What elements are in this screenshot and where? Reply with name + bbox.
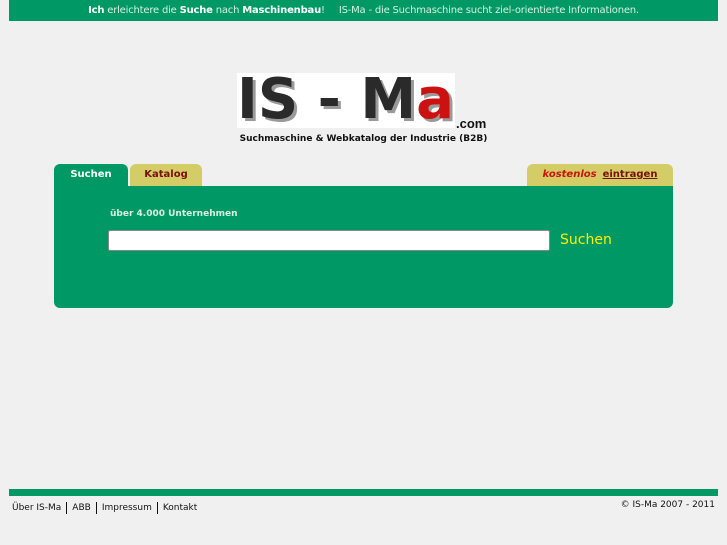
footer-separator bbox=[66, 502, 68, 514]
register-link[interactable]: eintragen bbox=[603, 169, 658, 180]
logo-com-suffix: .com bbox=[456, 116, 487, 131]
footer-link-about[interactable]: Über IS-Ma bbox=[12, 503, 61, 513]
register-tab[interactable]: kostenlos eintragen bbox=[527, 164, 673, 186]
banner-text-2: nach bbox=[212, 5, 243, 16]
site-logo[interactable]: IS - Ma bbox=[237, 73, 455, 128]
site-tagline: Suchmaschine & Webkatalog der Industrie … bbox=[239, 134, 488, 144]
footer-separator bbox=[95, 502, 97, 514]
footer-separator bbox=[156, 502, 158, 514]
footer-link-abb[interactable]: ABB bbox=[72, 503, 91, 513]
search-panel: über 4.000 Unternehmen Suchen bbox=[54, 186, 673, 308]
banner-suche: Suche bbox=[179, 5, 213, 16]
company-count: über 4.000 Unternehmen bbox=[110, 209, 238, 219]
footer-link-kontakt[interactable]: Kontakt bbox=[163, 503, 197, 513]
tab-katalog[interactable]: Katalog bbox=[130, 164, 202, 186]
search-input[interactable] bbox=[108, 230, 550, 251]
banner-maschinenbau: Maschinenbau bbox=[242, 5, 322, 16]
banner-slogan: IS-Ma - die Suchmaschine sucht ziel-orie… bbox=[338, 5, 639, 16]
banner-ich: Ich bbox=[88, 5, 105, 16]
footer-divider bbox=[9, 489, 718, 496]
footer-links: Über IS-Ma ABB Impressum Kontakt bbox=[12, 502, 197, 514]
search-button[interactable]: Suchen bbox=[560, 230, 612, 251]
copyright-notice: © IS-Ma 2007 - 2011 bbox=[620, 500, 715, 510]
register-free-label: kostenlos bbox=[542, 169, 597, 180]
top-banner: Ich erleichtere die Suche nach Maschinen… bbox=[9, 0, 718, 21]
banner-text: erleichtere die bbox=[104, 5, 180, 16]
banner-exclaim: ! bbox=[321, 5, 325, 16]
footer-link-impressum[interactable]: Impressum bbox=[102, 503, 152, 513]
tab-suchen[interactable]: Suchen bbox=[54, 164, 128, 186]
logo-wordmark: IS - Ma bbox=[237, 73, 454, 128]
